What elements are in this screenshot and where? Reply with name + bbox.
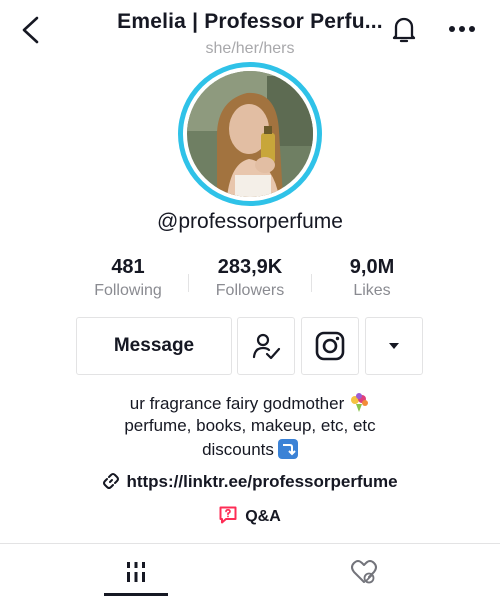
followers-count[interactable]: 283,9K [180, 256, 320, 279]
likes-label: Likes [353, 282, 391, 299]
followers-label[interactable]: Followers [180, 282, 320, 300]
active-tab-indicator [104, 593, 168, 596]
tab-videos[interactable] [86, 552, 186, 592]
grid-videos-icon [127, 562, 145, 582]
link-icon [103, 473, 120, 489]
username-handle: @professorperfume [157, 210, 343, 233]
page-title: Emelia | Professor Perfu... [117, 10, 383, 33]
likes-count: 9,0M [349, 256, 395, 278]
bio-line-1: ur fragrance fairy godmother [0, 393, 500, 414]
bio-line-2: perfume, books, makeup, etc, etc [124, 416, 376, 435]
profile-link-text[interactable]: https://linktr.ee/professorperfume [126, 472, 397, 491]
avatar[interactable] [187, 71, 313, 197]
tab-liked[interactable] [314, 552, 414, 592]
qa-label: Q&A [245, 508, 281, 525]
bouquet-icon [351, 393, 369, 412]
bio-line-3-text: discounts [202, 440, 274, 459]
instagram-button[interactable] [301, 317, 359, 375]
following-label[interactable]: Following [58, 282, 198, 300]
caret-down-icon [389, 343, 399, 349]
qa-button[interactable]: Q&A [0, 506, 500, 526]
qa-icon [219, 506, 237, 524]
right-arrow-curving-down-icon [277, 439, 298, 459]
bio-line-1-text: ur fragrance fairy godmother [129, 394, 345, 413]
bio-line-3: discounts [0, 439, 500, 460]
profile-link[interactable]: https://linktr.ee/professorperfume [0, 472, 500, 492]
tab-bar-divider [0, 543, 500, 544]
avatar-photo [187, 71, 313, 197]
pronouns: she/her/hers [205, 40, 295, 57]
liked-heart-icon [351, 560, 377, 584]
user-check-icon [252, 333, 281, 360]
instagram-icon [315, 331, 345, 361]
message-button[interactable]: Message [76, 317, 232, 375]
suggested-accounts-dropdown[interactable] [365, 317, 423, 375]
message-button-label: Message [113, 335, 195, 356]
following-status-button[interactable] [237, 317, 295, 375]
following-count[interactable]: 481 [58, 256, 198, 279]
